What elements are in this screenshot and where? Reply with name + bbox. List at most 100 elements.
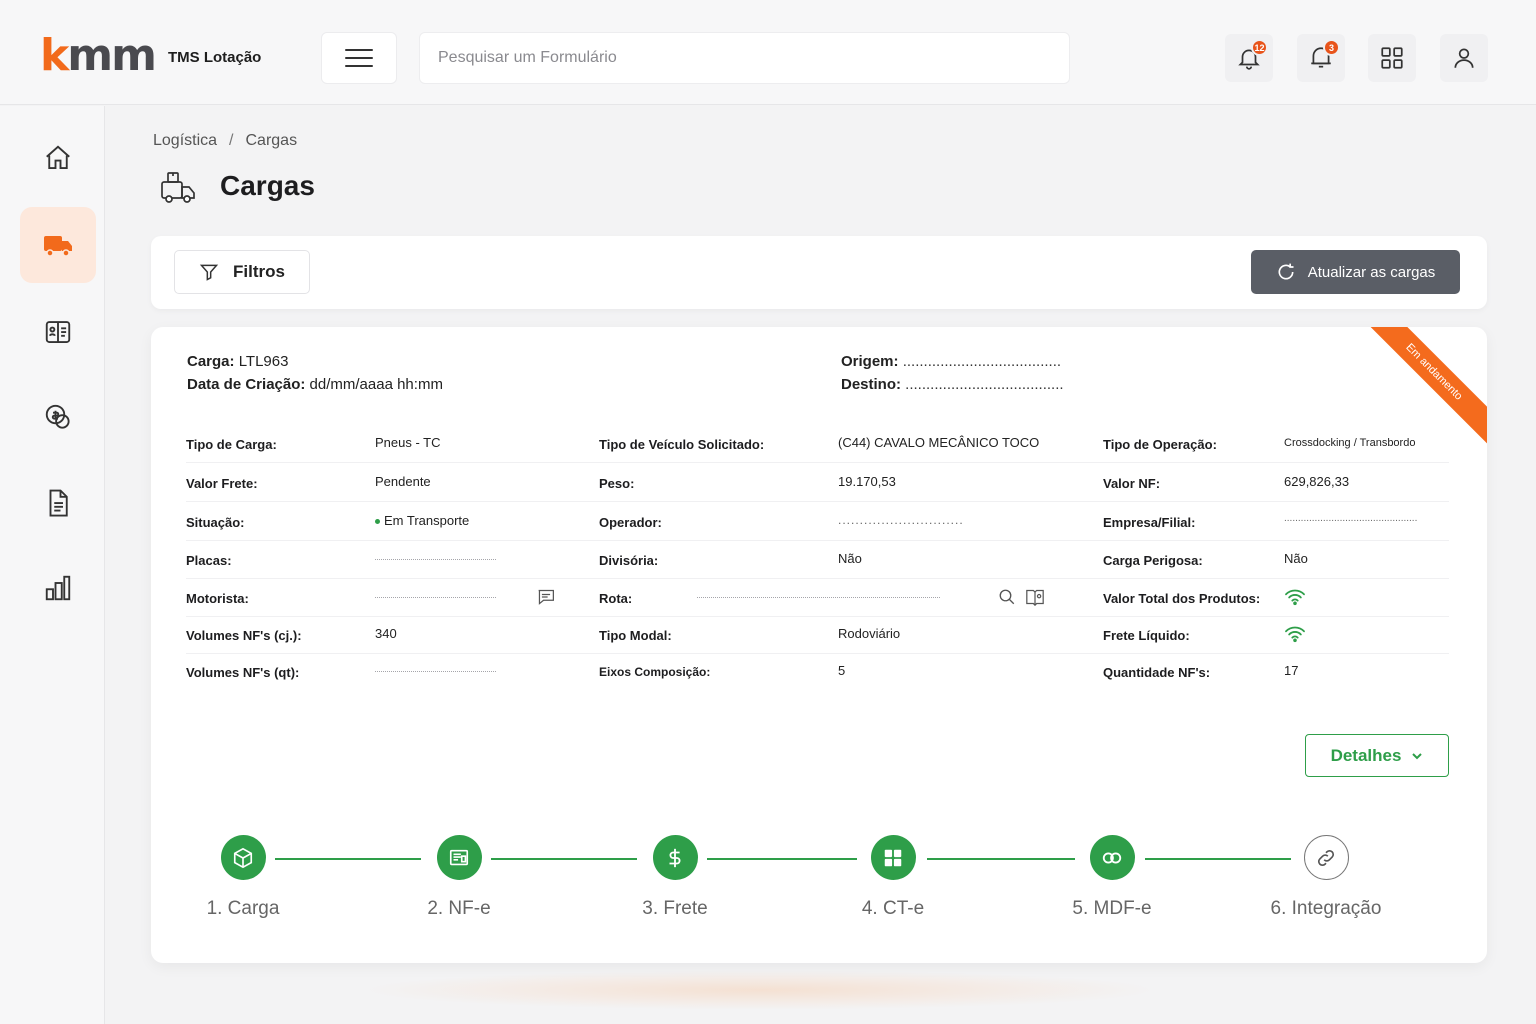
map-book-icon[interactable] — [1025, 588, 1045, 611]
sidebar-item-home[interactable] — [20, 120, 96, 196]
chat-icon[interactable] — [536, 588, 556, 611]
destination-label: Destino: — [841, 376, 901, 393]
destination-line: Destino: ...............................… — [841, 376, 1064, 393]
field-value: (C44) CAVALO MECÂNICO TOCO — [838, 435, 1040, 450]
bar-chart-icon — [45, 575, 71, 601]
sidebar-item-analytics[interactable] — [20, 550, 96, 626]
sidebar-item-reports[interactable] — [20, 465, 96, 541]
cargo-card: Em andamento Carga: LTL963 Data de Criaç… — [151, 327, 1487, 963]
field-value: 340 — [375, 626, 397, 641]
detail-row: Volumes NF's (cj.): 340 Tipo Modal: Rodo… — [186, 616, 1449, 654]
grid-icon — [884, 849, 902, 866]
sidebar — [0, 106, 105, 1024]
field-value: Não — [1284, 551, 1308, 566]
field-label: Operador: — [599, 515, 662, 530]
breadcrumb: Logística / Cargas — [153, 132, 297, 150]
step-circle[interactable] — [436, 835, 482, 880]
field-label: Rota: — [599, 591, 633, 606]
breadcrumb-current: Cargas — [245, 132, 298, 149]
field-label: Valor NF: — [1103, 476, 1161, 491]
step-mdfe[interactable]: 5. MDF-e — [1042, 835, 1182, 920]
alerts-button[interactable]: 3 — [1297, 34, 1345, 82]
step-circle[interactable] — [652, 835, 698, 880]
placas-placeholder-line — [375, 559, 496, 560]
detail-row: Volumes NF's (qt): Eixos Composição: 5 Q… — [186, 653, 1449, 691]
document-icon — [49, 489, 68, 517]
step-cte[interactable]: 4. CT-e — [823, 835, 963, 920]
volumes-placeholder-line — [375, 671, 496, 672]
filter-bar: Filtros Atualizar as cargas — [151, 236, 1487, 309]
details-dropdown-button[interactable]: Detalhes — [1305, 734, 1449, 777]
field-value: Não — [838, 551, 862, 566]
wifi-signal-icon — [1284, 588, 1306, 611]
field-label: Valor Total dos Produtos: — [1103, 591, 1261, 606]
sidebar-item-cargas[interactable] — [20, 207, 96, 283]
field-label: Volumes NF's (cj.): — [186, 628, 302, 643]
field-value: ........................................… — [1284, 513, 1418, 524]
carga-value: LTL963 — [238, 353, 289, 370]
top-bar: kmm TMS Lotação 12 3 — [0, 0, 1536, 105]
details-label: Detalhes — [1330, 745, 1402, 765]
detail-row: Placas: Divisória: Não Carga Perigosa: N… — [186, 541, 1449, 579]
step-circle[interactable] — [1089, 835, 1135, 880]
status-text: Em Transporte — [384, 513, 470, 528]
breadcrumb-root[interactable]: Logística — [153, 132, 217, 149]
step-nfe[interactable]: 2. NF-e — [389, 835, 529, 920]
field-label: Situação: — [186, 515, 245, 530]
sidebar-item-documents[interactable] — [20, 294, 96, 370]
user-profile-button[interactable] — [1440, 34, 1488, 82]
step-label: 1. Carga — [206, 898, 280, 919]
search-route-icon[interactable] — [998, 588, 1016, 611]
creation-date-value: dd/mm/aaaa hh:mm — [309, 376, 443, 393]
apps-grid-button[interactable] — [1368, 34, 1416, 82]
wifi-signal-icon — [1284, 625, 1306, 648]
field-label: Quantidade NF's: — [1103, 665, 1211, 680]
field-label: Tipo de Veículo Solicitado: — [599, 437, 765, 452]
refresh-icon — [1278, 263, 1294, 280]
field-label: Empresa/Filial: — [1103, 515, 1196, 530]
decorative-glow — [360, 970, 1160, 1010]
notifications-button[interactable]: 12 — [1225, 34, 1273, 82]
truck-icon — [44, 236, 72, 257]
step-label: 3. Frete — [642, 898, 708, 919]
field-value: 629,826,33 — [1284, 474, 1350, 489]
creation-date-label: Data de Criação: — [187, 376, 306, 393]
refresh-cargas-button[interactable]: Atualizar as cargas — [1251, 250, 1460, 294]
field-label: Valor Frete: — [186, 476, 258, 491]
origin-label: Origem: — [841, 353, 899, 370]
field-label: Peso: — [599, 476, 635, 491]
field-label: Volumes NF's (qt): — [186, 665, 300, 680]
field-value: Pendente — [375, 474, 431, 489]
link-icon — [1317, 849, 1335, 866]
status-value: Em Transporte — [375, 513, 469, 528]
detail-row: Tipo de Carga: Pneus - TC Tipo de Veícul… — [186, 425, 1449, 463]
step-circle[interactable] — [220, 835, 266, 880]
filters-button[interactable]: Filtros — [174, 250, 310, 294]
origin-line: Origem: ................................… — [841, 353, 1061, 370]
chevron-down-icon — [1412, 752, 1423, 759]
hamburger-menu-button[interactable] — [321, 32, 397, 84]
refresh-label: Atualizar as cargas — [1307, 263, 1436, 281]
status-dot — [375, 519, 380, 525]
search-input[interactable] — [420, 33, 1069, 83]
step-circle[interactable] — [1303, 835, 1349, 880]
search-box — [419, 32, 1070, 84]
field-label: Carga Perigosa: — [1103, 553, 1203, 568]
alert-count-badge: 3 — [1323, 39, 1340, 56]
step-label: 2. NF-e — [427, 898, 491, 919]
kmm-logo[interactable]: kmm — [40, 34, 157, 78]
step-frete[interactable]: 3. Frete — [605, 835, 745, 920]
step-carga[interactable]: 1. Carga — [173, 835, 313, 920]
id-card-icon — [45, 321, 71, 343]
step-integracao[interactable]: 6. Integração — [1256, 835, 1396, 920]
coins-icon — [45, 404, 70, 429]
truck-cargo-icon — [158, 168, 198, 211]
sidebar-item-finance[interactable] — [20, 379, 96, 455]
carga-label: Carga: — [187, 353, 235, 370]
step-label: 5. MDF-e — [1072, 898, 1152, 919]
step-circle[interactable] — [870, 835, 916, 880]
home-icon — [46, 145, 70, 169]
field-value: ............................. — [838, 513, 964, 527]
field-label: Tipo de Carga: — [186, 437, 277, 452]
origin-value: ...................................... — [902, 353, 1062, 370]
